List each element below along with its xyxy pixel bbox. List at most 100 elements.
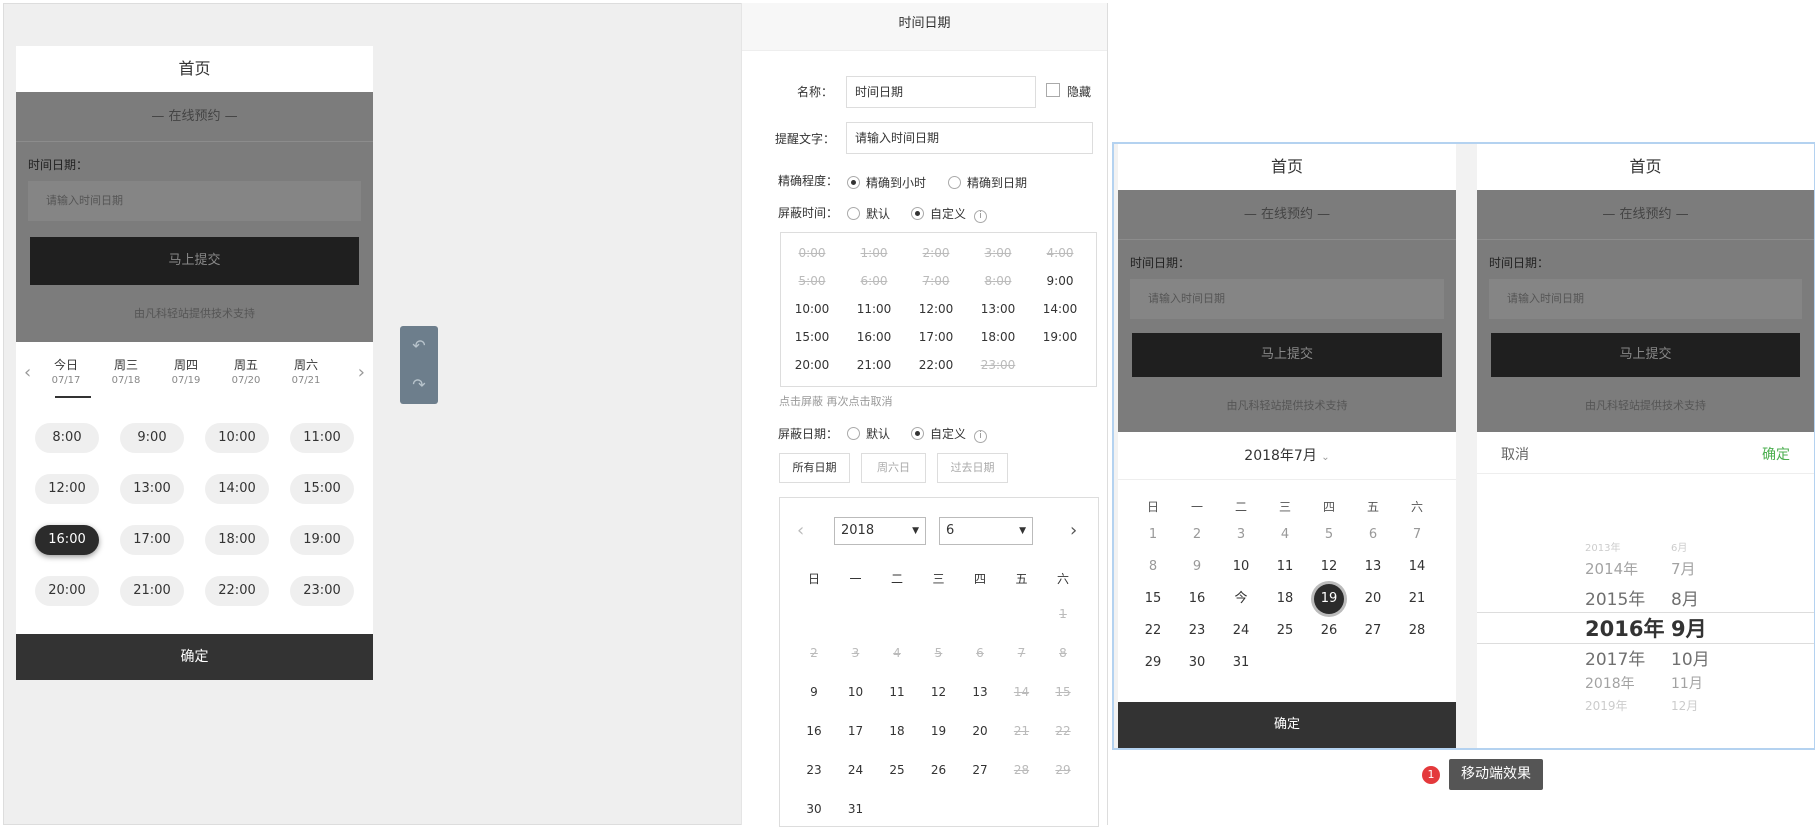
month-option[interactable]: 9月 — [1671, 613, 1707, 643]
chevron-right-icon[interactable]: › — [1070, 520, 1077, 541]
time-toggle[interactable]: 11:00 — [844, 302, 904, 316]
undo-icon[interactable]: ↶ — [400, 326, 438, 365]
calendar-day[interactable]: 8 — [1138, 552, 1168, 582]
time-toggle[interactable]: 17:00 — [906, 330, 966, 344]
time-slot-button[interactable]: 9:00 — [120, 423, 184, 453]
calendar-day[interactable]: 1 — [1048, 607, 1078, 621]
calendar-day[interactable]: 31 — [841, 802, 871, 816]
year-option[interactable]: 2019年 — [1585, 697, 1628, 714]
info-icon[interactable]: i — [974, 210, 988, 223]
month-option[interactable]: 10月 — [1671, 645, 1710, 670]
calendar-day[interactable]: 2 — [1182, 520, 1212, 550]
time-slot-button[interactable]: 20:00 — [35, 576, 99, 606]
calendar-day[interactable]: 27 — [1358, 616, 1388, 646]
month-option[interactable]: 7月 — [1671, 558, 1696, 579]
info-icon[interactable]: i — [974, 430, 988, 443]
time-toggle[interactable]: 16:00 — [844, 330, 904, 344]
submit-button[interactable]: 马上提交 — [30, 237, 359, 285]
calendar-day[interactable]: 18 — [1270, 584, 1300, 614]
calendar-day[interactable]: 29 — [1048, 763, 1078, 777]
calendar-day[interactable]: 23 — [1182, 616, 1212, 646]
block-time-custom-radio[interactable]: 自定义 i — [911, 205, 988, 223]
calendar-day[interactable]: 12 — [1314, 552, 1344, 582]
time-slot-button[interactable]: 11:00 — [290, 423, 354, 453]
calendar-day[interactable]: 22 — [1048, 724, 1078, 738]
submit-button[interactable]: 马上提交 — [1132, 333, 1442, 377]
calendar-day[interactable]: 28 — [1402, 616, 1432, 646]
time-toggle[interactable]: 12:00 — [906, 302, 966, 316]
time-toggle[interactable]: 13:00 — [968, 302, 1028, 316]
redo-icon[interactable]: ↷ — [400, 365, 438, 404]
calendar-day[interactable]: 7 — [1402, 520, 1432, 550]
date-input[interactable]: 请输入时间日期 — [28, 181, 361, 221]
year-option[interactable]: 2014年 — [1585, 558, 1638, 579]
date-input[interactable]: 请输入时间日期 — [1130, 279, 1444, 319]
time-slot-button[interactable]: 8:00 — [35, 423, 99, 453]
time-toggle[interactable]: 1:00 — [844, 246, 904, 260]
day-tab[interactable]: 周五 07/20 — [224, 356, 268, 386]
name-input[interactable]: 时间日期 — [846, 76, 1036, 108]
calendar-day[interactable]: 30 — [799, 802, 829, 816]
calendar-day[interactable]: 12 — [924, 685, 954, 699]
year-option[interactable]: 2018年 — [1585, 673, 1635, 693]
time-toggle[interactable]: 5:00 — [782, 274, 842, 288]
year-option[interactable]: 2013年 — [1585, 539, 1620, 554]
calendar-day[interactable]: 23 — [799, 763, 829, 777]
time-toggle[interactable]: 14:00 — [1030, 302, 1090, 316]
time-slot-button[interactable]: 17:00 — [120, 525, 184, 555]
time-toggle[interactable]: 7:00 — [906, 274, 966, 288]
calendar-day[interactable]: 19 — [924, 724, 954, 738]
calendar-day[interactable]: 16 — [799, 724, 829, 738]
time-toggle[interactable]: 18:00 — [968, 330, 1028, 344]
block-date-default-radio[interactable]: 默认 — [847, 425, 890, 442]
hint-input[interactable]: 请输入时间日期 — [846, 122, 1093, 154]
calendar-day[interactable]: 16 — [1182, 584, 1212, 614]
calendar-day[interactable]: 9 — [799, 685, 829, 699]
year-select[interactable]: 2018 ▼ — [834, 517, 926, 545]
calendar-day[interactable]: 今 — [1226, 584, 1256, 614]
calendar-day[interactable]: 26 — [924, 763, 954, 777]
calendar-day[interactable]: 11 — [882, 685, 912, 699]
calendar-day[interactable]: 31 — [1226, 648, 1256, 678]
calendar-day[interactable]: 19 — [1314, 584, 1344, 614]
calendar-day[interactable]: 5 — [1314, 520, 1344, 550]
time-slot-button[interactable]: 12:00 — [35, 474, 99, 504]
precision-day-radio[interactable]: 精确到日期 — [948, 174, 1027, 191]
time-toggle[interactable]: 4:00 — [1030, 246, 1090, 260]
calendar-day[interactable]: 7 — [1007, 646, 1037, 660]
calendar-day[interactable]: 10 — [1226, 552, 1256, 582]
calendar-day[interactable]: 24 — [841, 763, 871, 777]
year-option[interactable]: 2017年 — [1585, 645, 1645, 670]
day-tab[interactable]: 今日 07/17 — [44, 356, 88, 386]
calendar-day[interactable]: 1 — [1138, 520, 1168, 550]
chevron-right-icon[interactable]: › — [358, 362, 365, 383]
all-dates-button[interactable]: 所有日期 — [779, 453, 850, 483]
calendar-day[interactable]: 15 — [1138, 584, 1168, 614]
month-select[interactable]: 6 ▼ — [939, 517, 1033, 545]
chevron-left-icon[interactable]: ‹ — [797, 520, 804, 541]
time-slot-button[interactable]: 14:00 — [205, 474, 269, 504]
time-toggle[interactable]: 21:00 — [844, 358, 904, 372]
block-date-custom-radio[interactable]: 自定义 i — [911, 425, 988, 443]
time-toggle[interactable]: 20:00 — [782, 358, 842, 372]
day-tab[interactable]: 周三 07/18 — [104, 356, 148, 386]
confirm-button[interactable]: 确定 — [1118, 702, 1456, 748]
day-tab[interactable]: 周六 07/21 — [284, 356, 328, 386]
month-option[interactable]: 11月 — [1671, 673, 1703, 693]
calendar-day[interactable]: 4 — [882, 646, 912, 660]
calendar-day[interactable]: 9 — [1182, 552, 1212, 582]
calendar-day[interactable]: 14 — [1007, 685, 1037, 699]
calendar-day[interactable]: 18 — [882, 724, 912, 738]
time-toggle[interactable]: 22:00 — [906, 358, 966, 372]
calendar-day[interactable]: 22 — [1138, 616, 1168, 646]
calendar-day[interactable]: 4 — [1270, 520, 1300, 550]
calendar-day[interactable]: 21 — [1007, 724, 1037, 738]
calendar-day[interactable]: 29 — [1138, 648, 1168, 678]
calendar-day[interactable]: 30 — [1182, 648, 1212, 678]
time-toggle[interactable]: 6:00 — [844, 274, 904, 288]
time-toggle[interactable]: 19:00 — [1030, 330, 1090, 344]
submit-button[interactable]: 马上提交 — [1491, 333, 1800, 377]
month-title[interactable]: 2018年7月 ⌄ — [1118, 432, 1456, 480]
time-slot-button[interactable]: 22:00 — [205, 576, 269, 606]
time-slot-button[interactable]: 13:00 — [120, 474, 184, 504]
